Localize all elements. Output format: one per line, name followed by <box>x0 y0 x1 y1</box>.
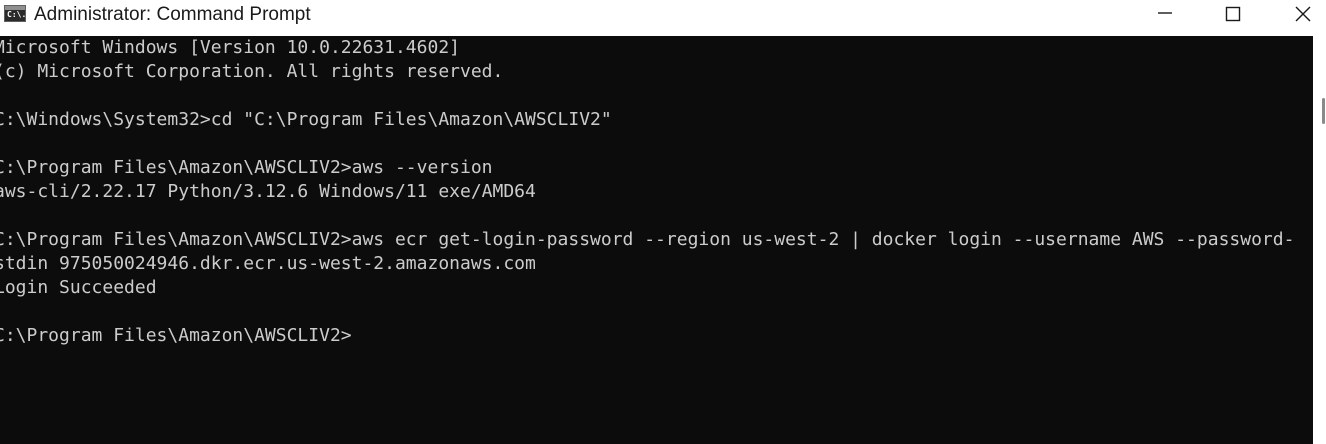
title-bar[interactable]: C:\. Administrator: Command Prompt <box>0 0 1326 36</box>
console-line: Login Succeeded <box>0 277 157 298</box>
vertical-scrollbar[interactable] <box>1313 36 1326 444</box>
console-line: Microsoft Windows [Version 10.0.22631.46… <box>0 37 460 58</box>
console-line: C:\Windows\System32>cd "C:\Program Files… <box>0 109 612 130</box>
console-line: C:\Program Files\Amazon\AWSCLIV2>aws ecr… <box>0 229 1295 250</box>
minimize-icon <box>1158 12 1172 14</box>
close-button[interactable] <box>1280 0 1326 30</box>
close-icon <box>1295 6 1311 22</box>
console-line: C:\Program Files\Amazon\AWSCLIV2>aws --v… <box>0 157 493 178</box>
window-title: Administrator: Command Prompt <box>34 4 311 25</box>
maximize-button[interactable] <box>1210 0 1256 30</box>
scrollbar-thumb[interactable] <box>1322 98 1325 124</box>
minimize-button[interactable] <box>1142 0 1188 30</box>
command-prompt-icon[interactable]: C:\. <box>4 5 26 22</box>
console-line: aws-cli/2.22.17 Python/3.12.6 Windows/11… <box>0 181 536 202</box>
command-prompt-window: C:\. Administrator: Command Prompt Micro… <box>0 0 1326 444</box>
console-output[interactable]: Microsoft Windows [Version 10.0.22631.46… <box>0 36 1313 444</box>
console-line: stdin 975050024946.dkr.ecr.us-west-2.ama… <box>0 253 536 274</box>
icon-glyph: C:\. <box>7 10 27 19</box>
console-line: (c) Microsoft Corporation. All rights re… <box>0 61 504 82</box>
maximize-icon <box>1225 6 1241 22</box>
console-prompt-line[interactable]: C:\Program Files\Amazon\AWSCLIV2> <box>0 324 352 348</box>
